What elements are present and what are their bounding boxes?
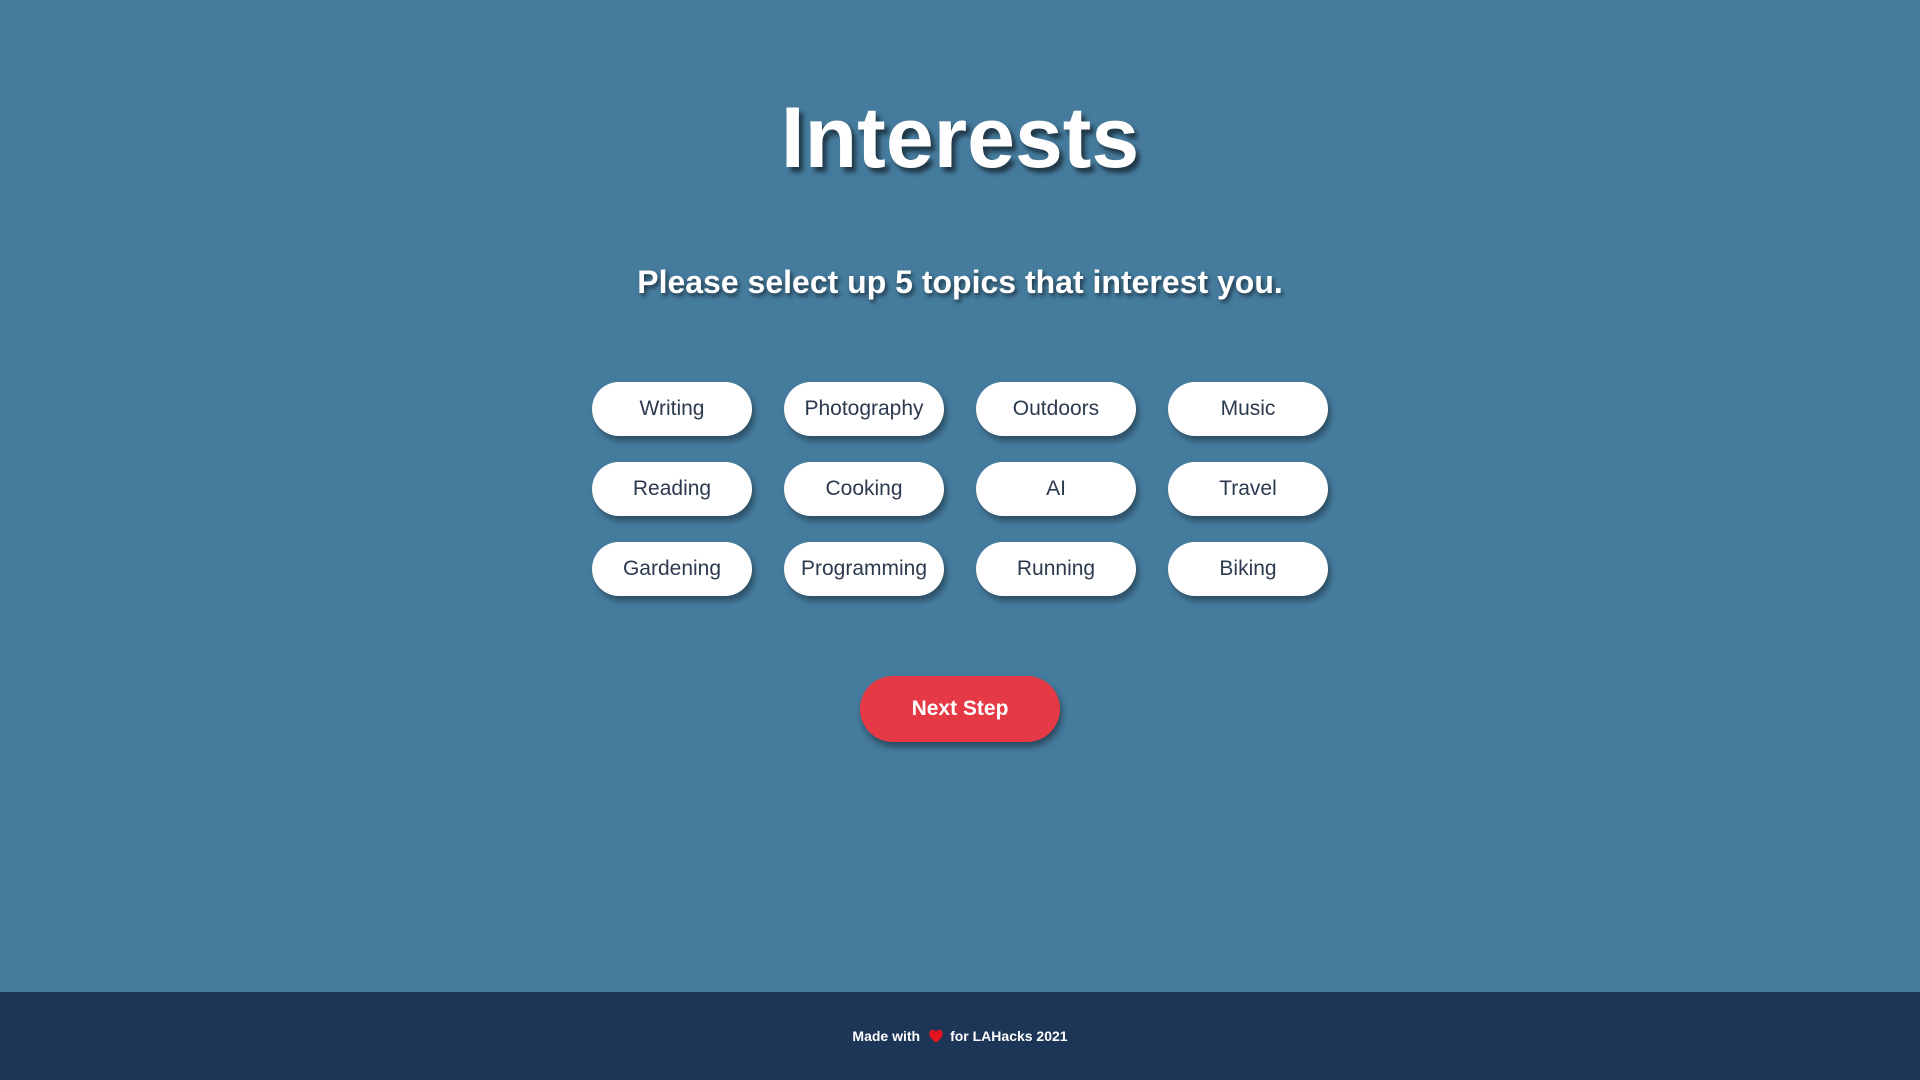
- topic-button-photography[interactable]: Photography: [784, 382, 944, 436]
- topic-button-ai[interactable]: AI: [976, 462, 1136, 516]
- page-title: Interests: [780, 90, 1140, 186]
- topic-button-reading[interactable]: Reading: [592, 462, 752, 516]
- topic-button-writing[interactable]: Writing: [592, 382, 752, 436]
- topic-button-programming[interactable]: Programming: [784, 542, 944, 596]
- topic-button-running[interactable]: Running: [976, 542, 1136, 596]
- footer-prefix: Made with: [852, 1028, 921, 1044]
- main-content: Interests Please select up 5 topics that…: [0, 0, 1920, 992]
- topic-button-music[interactable]: Music: [1168, 382, 1328, 436]
- next-step-button[interactable]: Next Step: [860, 676, 1060, 742]
- topic-button-outdoors[interactable]: Outdoors: [976, 382, 1136, 436]
- footer-suffix: for LAHacks 2021: [950, 1028, 1068, 1044]
- topic-button-gardening[interactable]: Gardening: [592, 542, 752, 596]
- topic-button-biking[interactable]: Biking: [1168, 542, 1328, 596]
- page-subtitle: Please select up 5 topics that interest …: [637, 264, 1283, 300]
- topic-button-travel[interactable]: Travel: [1168, 462, 1328, 516]
- topic-button-cooking[interactable]: Cooking: [784, 462, 944, 516]
- heart-icon: [928, 1028, 944, 1044]
- topics-grid: Writing Photography Outdoors Music Readi…: [592, 382, 1328, 596]
- footer: Made with for LAHacks 2021: [0, 992, 1920, 1080]
